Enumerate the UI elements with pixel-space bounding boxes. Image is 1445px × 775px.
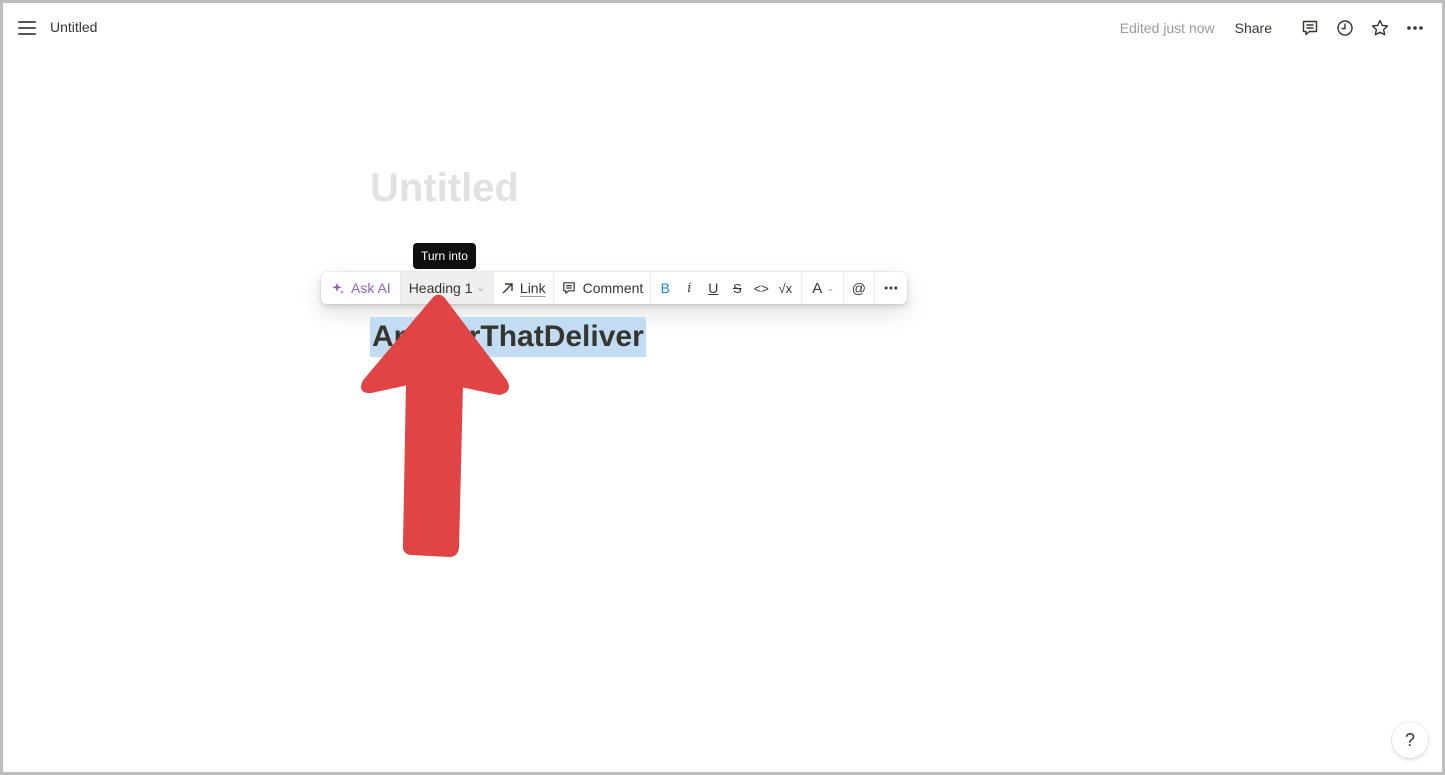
- comment-icon: [562, 282, 575, 294]
- star-icon[interactable]: [1367, 15, 1393, 41]
- chevron-down-icon: ⌄: [476, 282, 485, 294]
- inline-code-button[interactable]: <>: [749, 272, 773, 304]
- turn-into-dropdown[interactable]: Heading 1 ⌄: [400, 272, 493, 304]
- text-format-group: B i U S <> √x: [651, 272, 803, 304]
- italic-button[interactable]: i: [677, 272, 701, 304]
- comment-group: Comment: [554, 272, 652, 304]
- mention-group: @: [844, 272, 875, 304]
- chevron-down-icon: ⌄: [826, 282, 835, 294]
- selected-heading-block[interactable]: AnswerThatDeliver: [370, 317, 646, 357]
- more-horizontal-icon: [884, 286, 898, 290]
- strikethrough-button[interactable]: S: [725, 272, 749, 304]
- breadcrumb-page-name[interactable]: Untitled: [50, 19, 97, 35]
- arrow-up-right-icon: [502, 282, 513, 293]
- comment-label: Comment: [582, 280, 644, 296]
- help-button[interactable]: ?: [1392, 722, 1428, 758]
- color-group: A ⌄: [802, 272, 844, 304]
- link-button[interactable]: Link: [494, 272, 553, 304]
- page-title-placeholder[interactable]: Untitled: [370, 166, 519, 211]
- sparkle-icon: [332, 282, 344, 294]
- equation-button[interactable]: √x: [773, 272, 797, 304]
- turn-into-tooltip: Turn into: [413, 243, 476, 269]
- more-group: [875, 272, 907, 304]
- comment-button[interactable]: Comment: [554, 272, 651, 304]
- topbar-actions: Edited just now Share: [1120, 15, 1428, 41]
- block-type-label: Heading 1: [408, 280, 473, 296]
- block-type-group: Heading 1 ⌄: [400, 272, 494, 304]
- ask-ai-label: Ask AI: [351, 280, 391, 296]
- edited-status: Edited just now: [1119, 20, 1215, 36]
- hamburger-menu-icon[interactable]: [15, 17, 39, 39]
- mention-button[interactable]: @: [844, 272, 874, 304]
- underline-button[interactable]: U: [701, 272, 725, 304]
- formatting-toolbar: Ask AI Heading 1 ⌄ Link Comment B i U S …: [321, 272, 907, 304]
- clock-history-icon[interactable]: [1332, 15, 1358, 41]
- text-color-label: A: [812, 279, 823, 297]
- app-window: Untitled Edited just now Share Untitled …: [3, 3, 1442, 772]
- ai-group: Ask AI: [321, 272, 401, 304]
- comment-icon[interactable]: [1297, 15, 1323, 41]
- top-bar: Untitled Edited just now Share: [3, 3, 1442, 51]
- ask-ai-button[interactable]: Ask AI: [321, 272, 400, 304]
- share-button[interactable]: Share: [1235, 20, 1272, 36]
- bold-button[interactable]: B: [653, 272, 677, 304]
- link-label: Link: [519, 280, 546, 296]
- text-color-button[interactable]: A ⌄: [802, 272, 842, 304]
- more-horizontal-icon[interactable]: [1402, 15, 1428, 41]
- more-options-button[interactable]: [875, 272, 907, 304]
- link-group: Link: [494, 272, 554, 304]
